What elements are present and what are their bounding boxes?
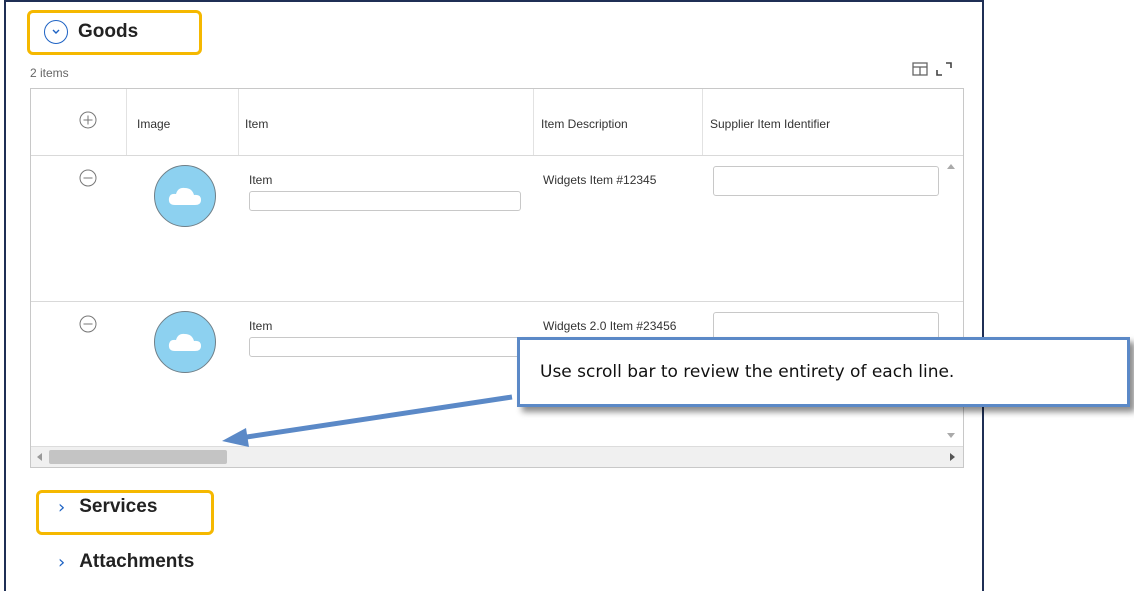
cloud-icon — [168, 187, 201, 205]
item-image — [154, 311, 216, 373]
grid-header-row: Image Item Item Description Supplier Ite… — [31, 89, 963, 156]
item-description: Widgets Item #12345 — [543, 173, 657, 187]
attachments-section-toggle[interactable]: › Attachments — [58, 551, 194, 573]
cloud-icon — [168, 333, 201, 351]
grid-toolbar — [912, 62, 952, 81]
column-chooser-icon[interactable] — [912, 62, 928, 81]
item-field-label: Item — [249, 173, 273, 187]
horizontal-scroll-thumb[interactable] — [49, 450, 227, 464]
attachments-section-title: Attachments — [79, 551, 195, 572]
item-input[interactable] — [249, 191, 521, 211]
services-highlight-box — [36, 490, 214, 535]
remove-row-icon[interactable] — [79, 315, 97, 333]
callout-text: Use scroll bar to review the entirety of… — [540, 362, 955, 382]
scroll-right-arrow[interactable] — [950, 453, 955, 461]
vertical-scroll-up-arrow[interactable] — [947, 164, 955, 169]
item-input[interactable] — [249, 337, 521, 357]
goods-highlight-box — [27, 10, 202, 55]
annotation-callout: Use scroll bar to review the entirety of… — [517, 337, 1130, 407]
table-row: Item Widgets Item #12345 — [31, 155, 963, 302]
column-header-image[interactable]: Image — [137, 117, 170, 131]
add-row-icon[interactable] — [79, 111, 97, 129]
column-header-item-description[interactable]: Item Description — [541, 117, 628, 131]
item-description: Widgets 2.0 Item #23456 — [543, 319, 677, 333]
vertical-scroll-down-arrow[interactable] — [947, 433, 955, 438]
column-header-item[interactable]: Item — [245, 117, 268, 131]
goods-item-count: 2 items — [30, 66, 69, 80]
remove-row-icon[interactable] — [79, 169, 97, 187]
chevron-right-icon[interactable]: › — [58, 552, 65, 573]
column-header-supplier-item-identifier[interactable]: Supplier Item Identifier — [710, 117, 830, 131]
item-image — [154, 165, 216, 227]
horizontal-scrollbar[interactable] — [31, 446, 963, 467]
supplier-item-identifier-input[interactable] — [713, 166, 939, 196]
fullscreen-icon[interactable] — [936, 62, 952, 81]
item-field-label: Item — [249, 319, 273, 333]
goods-grid: Image Item Item Description Supplier Ite… — [30, 88, 964, 468]
scroll-left-arrow[interactable] — [37, 453, 42, 461]
